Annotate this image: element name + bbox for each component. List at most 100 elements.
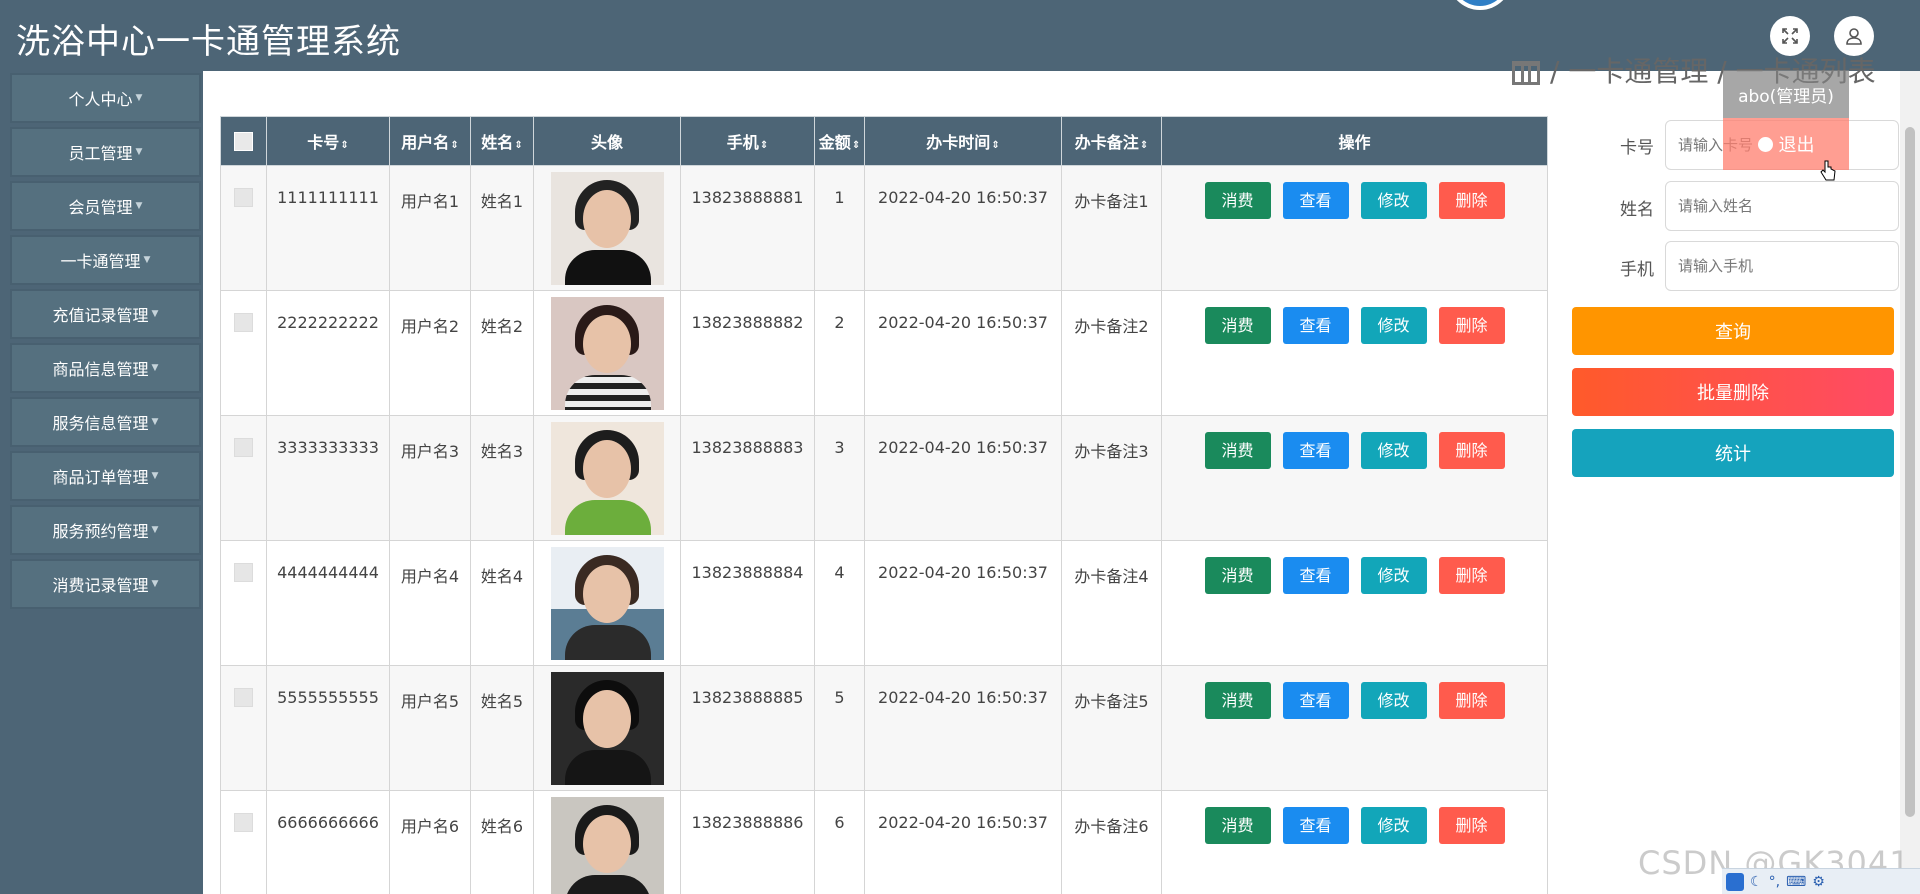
delete-button[interactable]: 删除 bbox=[1438, 432, 1505, 469]
phone-cell: 13823888884 bbox=[680, 540, 815, 666]
dropdown-username: abo(管理员) bbox=[1723, 70, 1849, 118]
row-select-cell[interactable] bbox=[220, 165, 267, 291]
sort-icon: ⇕ bbox=[759, 140, 769, 151]
consume-button[interactable]: 消费 bbox=[1204, 682, 1271, 719]
view-button[interactable]: 查看 bbox=[1282, 182, 1349, 219]
sidebar-item-label: 服务预约管理 bbox=[52, 522, 149, 541]
scrollbar[interactable] bbox=[1900, 71, 1920, 894]
sidebar-item-bookings[interactable]: 服务预约管理 ▼ bbox=[10, 505, 201, 555]
batch-delete-button[interactable]: 批量删除 bbox=[1572, 368, 1894, 416]
caret-down-icon: ▼ bbox=[143, 255, 151, 265]
col-note[interactable]: 办卡备注⇕ bbox=[1061, 116, 1162, 166]
consume-button[interactable]: 消费 bbox=[1204, 807, 1271, 844]
consume-button[interactable]: 消费 bbox=[1204, 557, 1271, 594]
sidebar-item-label: 商品信息管理 bbox=[52, 360, 149, 379]
avatar-cell bbox=[533, 165, 681, 291]
delete-button[interactable]: 删除 bbox=[1438, 182, 1505, 219]
actions-cell: 消费 查看 修改 删除 bbox=[1161, 540, 1548, 666]
sidebar-item-card[interactable]: 一卡通管理 ▼ bbox=[10, 235, 201, 285]
edit-button[interactable]: 修改 bbox=[1360, 682, 1427, 719]
time-cell: 2022-04-20 16:50:37 bbox=[864, 540, 1062, 666]
sidebar-item-consumption[interactable]: 消费记录管理 ▼ bbox=[10, 559, 201, 609]
view-button[interactable]: 查看 bbox=[1282, 432, 1349, 469]
sidebar-item-orders[interactable]: 商品订单管理 ▼ bbox=[10, 451, 201, 501]
sidebar-item-goods[interactable]: 商品信息管理 ▼ bbox=[10, 343, 201, 393]
sidebar-item-members[interactable]: 会员管理 ▼ bbox=[10, 181, 201, 231]
sidebar-item-services[interactable]: 服务信息管理 ▼ bbox=[10, 397, 201, 447]
edit-button[interactable]: 修改 bbox=[1360, 182, 1427, 219]
query-button[interactable]: 查询 bbox=[1572, 307, 1894, 355]
caret-down-icon: ▼ bbox=[151, 579, 159, 589]
sidebar-item-personal-center[interactable]: 个人中心 ▼ bbox=[10, 73, 201, 123]
view-button[interactable]: 查看 bbox=[1282, 557, 1349, 594]
table-row: 4444444444 用户名4 姓名4 13823888884 4 2022-0… bbox=[220, 540, 1548, 666]
edit-button[interactable]: 修改 bbox=[1360, 807, 1427, 844]
row-select-cell[interactable] bbox=[220, 415, 267, 541]
select-all-header[interactable] bbox=[220, 116, 267, 166]
avatar-cell bbox=[533, 290, 681, 416]
avatar-cell bbox=[533, 415, 681, 541]
card-no-cell: 5555555555 bbox=[266, 665, 390, 791]
name-cell: 姓名3 bbox=[470, 415, 534, 541]
table-row: 1111111111 用户名1 姓名1 13823888881 1 2022-0… bbox=[220, 165, 1548, 291]
table-row: 5555555555 用户名5 姓名5 13823888885 5 2022-0… bbox=[220, 665, 1548, 791]
view-button[interactable]: 查看 bbox=[1282, 807, 1349, 844]
amount-cell: 4 bbox=[814, 540, 865, 666]
view-button[interactable]: 查看 bbox=[1282, 307, 1349, 344]
edit-button[interactable]: 修改 bbox=[1360, 557, 1427, 594]
delete-button[interactable]: 删除 bbox=[1438, 307, 1505, 344]
consume-button[interactable]: 消费 bbox=[1204, 432, 1271, 469]
caret-down-icon: ▼ bbox=[135, 93, 143, 103]
row-checkbox[interactable] bbox=[234, 313, 253, 332]
name-cell: 姓名1 bbox=[470, 165, 534, 291]
row-checkbox[interactable] bbox=[234, 563, 253, 582]
view-button[interactable]: 查看 bbox=[1282, 682, 1349, 719]
amount-cell: 2 bbox=[814, 290, 865, 416]
stats-button[interactable]: 统计 bbox=[1572, 429, 1894, 477]
row-select-cell[interactable] bbox=[220, 540, 267, 666]
consume-button[interactable]: 消费 bbox=[1204, 182, 1271, 219]
card-no-cell: 4444444444 bbox=[266, 540, 390, 666]
phone-cell: 13823888886 bbox=[680, 790, 815, 894]
delete-button[interactable]: 删除 bbox=[1438, 682, 1505, 719]
col-username[interactable]: 用户名⇕ bbox=[389, 116, 471, 166]
row-checkbox[interactable] bbox=[234, 438, 253, 457]
col-name[interactable]: 姓名⇕ bbox=[470, 116, 534, 166]
sidebar-item-staff[interactable]: 员工管理 ▼ bbox=[10, 127, 201, 177]
ime-icon bbox=[1726, 872, 1744, 891]
scroll-thumb[interactable] bbox=[1905, 127, 1915, 817]
amount-cell: 3 bbox=[814, 415, 865, 541]
note-cell: 办卡备注6 bbox=[1061, 790, 1162, 894]
sort-icon: ⇕ bbox=[851, 140, 861, 151]
select-all-checkbox[interactable] bbox=[234, 131, 253, 151]
username-cell: 用户名4 bbox=[389, 540, 471, 666]
edit-button[interactable]: 修改 bbox=[1360, 307, 1427, 344]
actions-cell: 消费 查看 修改 删除 bbox=[1161, 665, 1548, 791]
phone-cell: 13823888882 bbox=[680, 290, 815, 416]
phone-input[interactable]: 请输入手机 bbox=[1665, 241, 1899, 291]
col-card-no[interactable]: 卡号⇕ bbox=[266, 116, 390, 166]
row-select-cell[interactable] bbox=[220, 665, 267, 791]
caret-down-icon: ▼ bbox=[135, 147, 143, 157]
username-cell: 用户名2 bbox=[389, 290, 471, 416]
delete-button[interactable]: 删除 bbox=[1438, 557, 1505, 594]
row-select-cell[interactable] bbox=[220, 790, 267, 894]
consume-button[interactable]: 消费 bbox=[1204, 307, 1271, 344]
row-checkbox[interactable] bbox=[234, 188, 253, 207]
col-amount[interactable]: 金额⇕ bbox=[814, 116, 865, 166]
sidebar-item-label: 消费记录管理 bbox=[52, 576, 149, 595]
row-checkbox[interactable] bbox=[234, 688, 253, 707]
col-phone[interactable]: 手机⇕ bbox=[680, 116, 815, 166]
app-title: 洗浴中心一卡通管理系统 bbox=[16, 22, 401, 62]
sidebar-item-recharge[interactable]: 充值记录管理 ▼ bbox=[10, 289, 201, 339]
col-time[interactable]: 办卡时间⇕ bbox=[864, 116, 1062, 166]
edit-button[interactable]: 修改 bbox=[1360, 432, 1427, 469]
name-input[interactable]: 请输入姓名 bbox=[1665, 181, 1899, 231]
row-select-cell[interactable] bbox=[220, 290, 267, 416]
amount-cell: 1 bbox=[814, 165, 865, 291]
note-cell: 办卡备注5 bbox=[1061, 665, 1162, 791]
delete-button[interactable]: 删除 bbox=[1438, 807, 1505, 844]
row-checkbox[interactable] bbox=[234, 813, 253, 832]
table-row: 3333333333 用户名3 姓名3 13823888883 3 2022-0… bbox=[220, 415, 1548, 541]
avatar-image bbox=[550, 547, 664, 660]
